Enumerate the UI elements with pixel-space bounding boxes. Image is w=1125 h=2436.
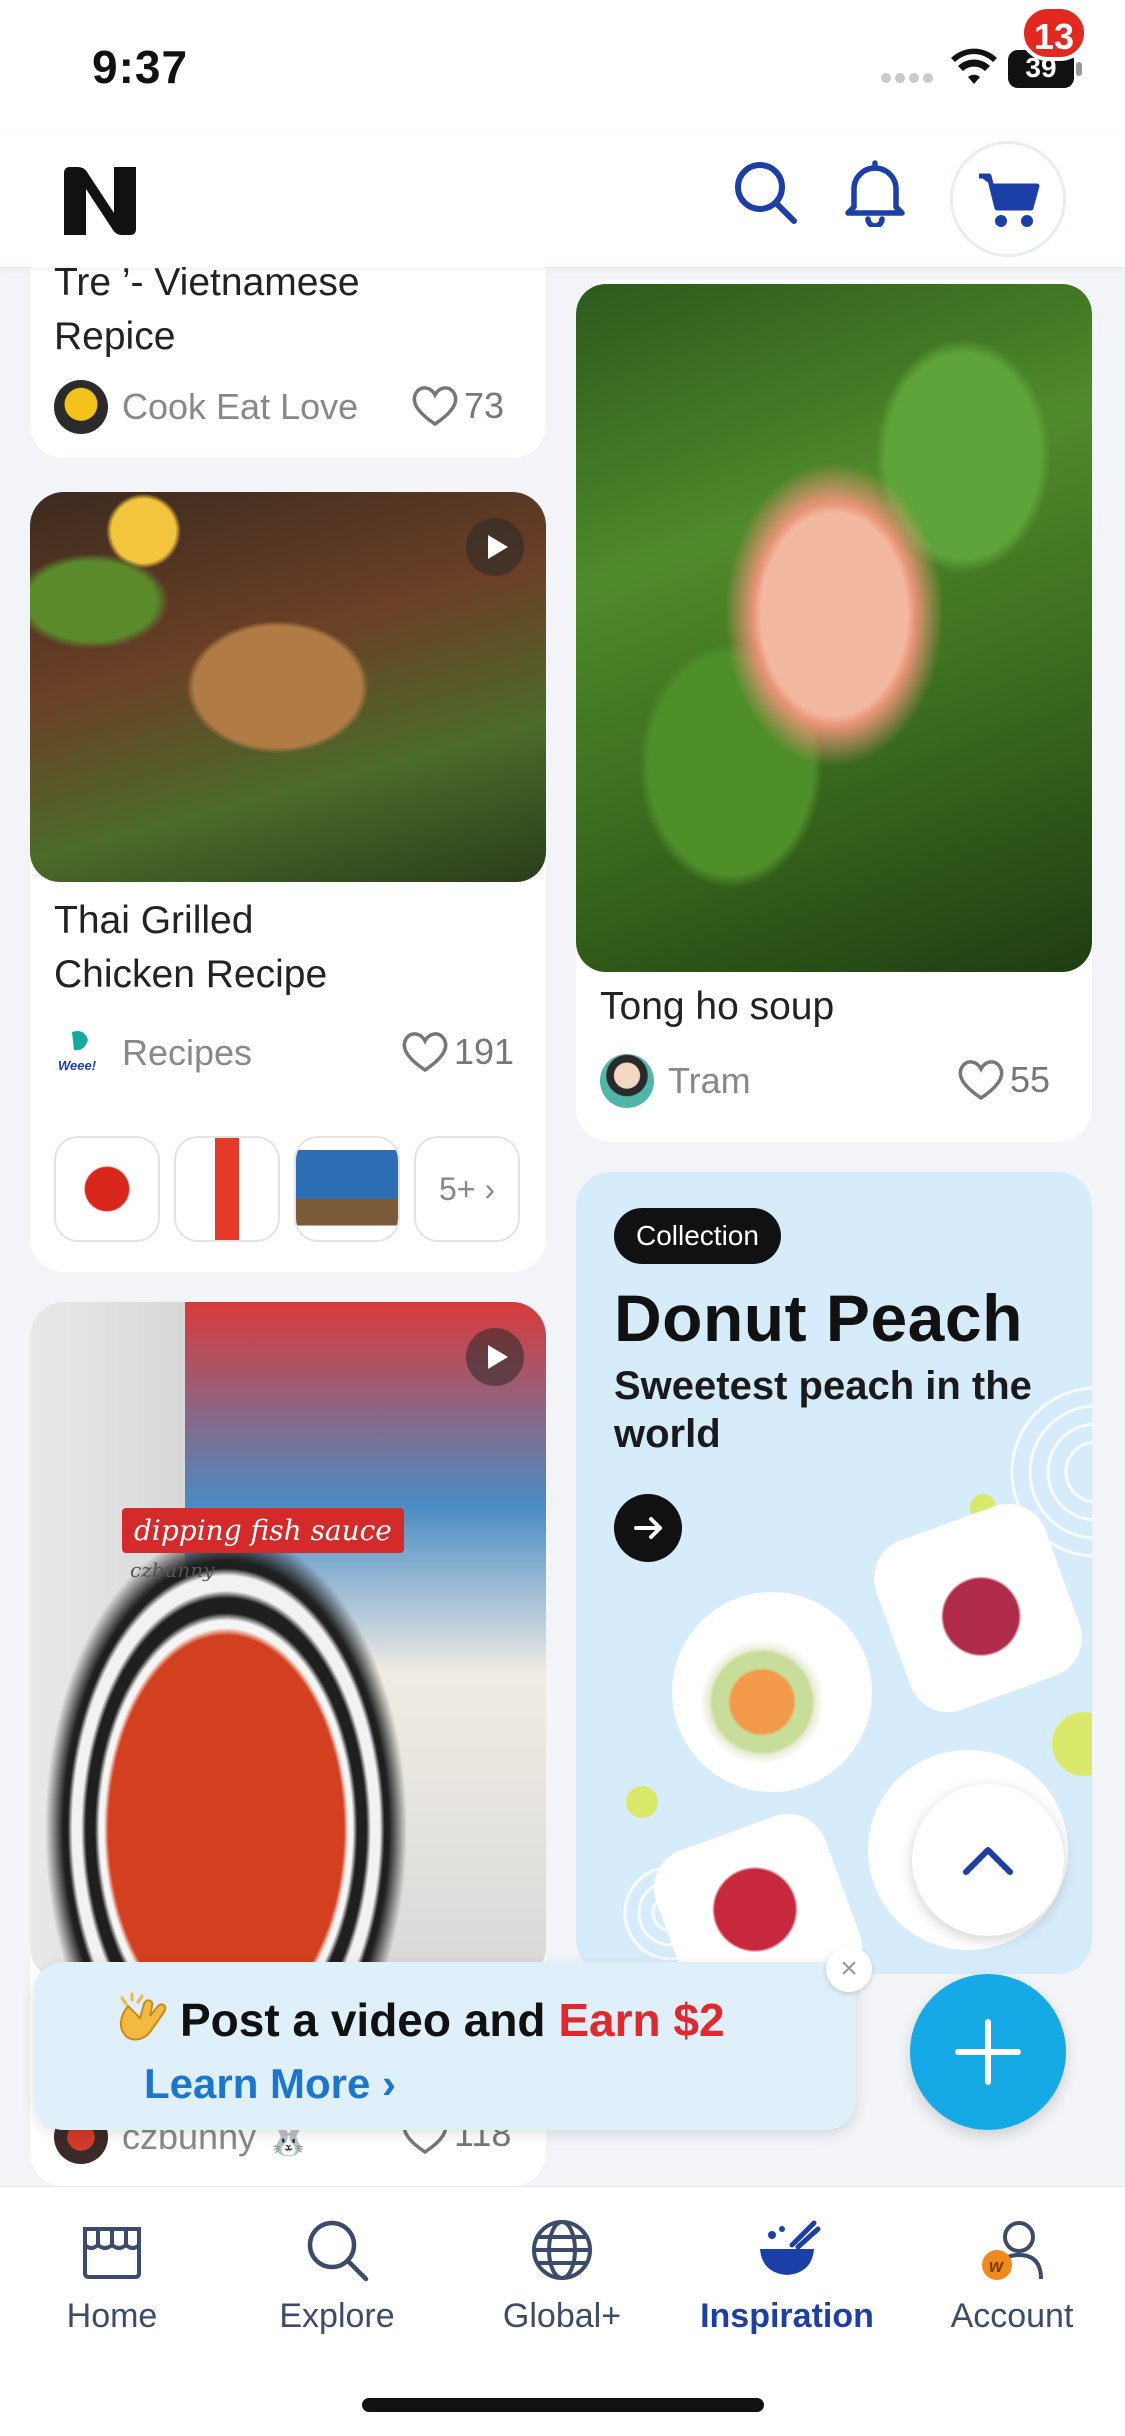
tab-home[interactable]: Home bbox=[12, 2215, 212, 2336]
tab-inspiration[interactable]: Inspiration bbox=[687, 2215, 887, 2336]
card-title-line: Chicken Recipe bbox=[54, 953, 328, 996]
avatar bbox=[54, 380, 108, 434]
avatar: Weee! bbox=[54, 1026, 108, 1080]
cart-count-badge: 13 bbox=[1020, 5, 1089, 61]
tab-explore[interactable]: Explore bbox=[237, 2215, 437, 2336]
cart-button[interactable] bbox=[950, 141, 1066, 257]
author-row[interactable]: Weee! Recipes bbox=[54, 1026, 252, 1080]
status-bar: 9:37 39 bbox=[0, 0, 1125, 135]
promo-close-button[interactable]: × bbox=[826, 1946, 872, 1992]
decor-dot bbox=[1052, 1712, 1092, 1776]
like-count: 191 bbox=[454, 1031, 515, 1072]
promo-headline: Post a video and Earn $2 bbox=[116, 1992, 725, 2047]
logo[interactable] bbox=[60, 165, 140, 237]
author-name: Cook Eat Love bbox=[122, 386, 359, 427]
search-icon[interactable] bbox=[730, 157, 800, 227]
author-logo-text: Weee! bbox=[58, 1058, 97, 1073]
wifi-icon bbox=[951, 48, 997, 84]
chevron-up-icon bbox=[963, 1847, 1013, 1875]
like-count: 55 bbox=[1010, 1059, 1051, 1100]
collection-subtitle: Sweetest peach in the world bbox=[614, 1364, 1032, 1456]
signal-icon bbox=[881, 73, 933, 83]
tab-label: Inspiration bbox=[700, 2297, 874, 2335]
tab-label: Global+ bbox=[502, 2297, 622, 2335]
author-row[interactable]: Tram bbox=[600, 1054, 751, 1108]
tab-label: Explore bbox=[279, 2297, 395, 2335]
play-icon bbox=[466, 518, 524, 576]
more-products-button[interactable]: 5+ › bbox=[414, 1136, 520, 1242]
product-thumbnail[interactable] bbox=[294, 1136, 400, 1242]
status-time: 9:37 bbox=[92, 41, 189, 93]
like-count: 73 bbox=[464, 385, 505, 426]
fruit-image bbox=[672, 1592, 872, 1792]
create-post-button[interactable] bbox=[910, 1974, 1066, 2130]
recipe-image[interactable] bbox=[576, 284, 1092, 972]
like-button[interactable]: 55 bbox=[956, 1058, 1050, 1102]
promo-text: Post a video and bbox=[180, 1994, 559, 2046]
bell-icon[interactable] bbox=[840, 157, 910, 227]
product-thumbnail[interactable] bbox=[54, 1136, 160, 1242]
avatar bbox=[600, 1054, 654, 1108]
product-thumbnail[interactable] bbox=[174, 1136, 280, 1242]
play-icon bbox=[466, 1328, 524, 1386]
user-icon: w bbox=[982, 2221, 1043, 2280]
decor-dot bbox=[626, 1786, 658, 1818]
image-caption-text: dipping fish sauce bbox=[134, 1514, 392, 1547]
collection-tag: Collection bbox=[614, 1208, 781, 1264]
image-caption-label: dipping fish sauce bbox=[122, 1508, 404, 1553]
card-title: Tong ho soup bbox=[600, 985, 835, 1028]
clapping-hands-icon bbox=[120, 1992, 167, 2041]
heart-icon bbox=[412, 386, 458, 427]
search-icon bbox=[307, 2220, 369, 2282]
cart-icon bbox=[979, 173, 1040, 227]
recipe-image[interactable] bbox=[30, 1302, 546, 1978]
recipe-card[interactable]: Tong ho soup Tram 55 bbox=[576, 280, 1092, 1142]
heart-icon bbox=[402, 1032, 448, 1073]
tab-account[interactable]: w Account bbox=[912, 2215, 1112, 2336]
collection-arrow-button[interactable] bbox=[614, 1494, 682, 1562]
image-caption-small: czbunny bbox=[130, 1558, 215, 1582]
author-name: Tram bbox=[668, 1060, 751, 1101]
svg-text:w: w bbox=[989, 2256, 1004, 2276]
recipe-card[interactable]: Thai Grilled Chicken Recipe Weee! Recipe… bbox=[30, 492, 546, 1272]
like-button[interactable]: 73 bbox=[410, 384, 504, 428]
bowl-icon bbox=[760, 2220, 821, 2275]
back-to-top-button[interactable] bbox=[912, 1784, 1064, 1936]
promo-earn-highlight: Earn $2 bbox=[558, 1994, 725, 2046]
author-row[interactable]: Cook Eat Love bbox=[54, 380, 358, 434]
top-header bbox=[0, 135, 1125, 267]
collection-title: Donut Peach bbox=[614, 1281, 1023, 1355]
heart-icon bbox=[958, 1060, 1004, 1101]
arrow-right-icon bbox=[634, 1517, 662, 1539]
tab-global[interactable]: Global+ bbox=[462, 2215, 662, 2336]
card-title-line: Repice bbox=[54, 315, 176, 358]
home-indicator bbox=[362, 2398, 764, 2412]
store-icon bbox=[83, 2227, 141, 2279]
learn-more-link[interactable]: Learn More › bbox=[144, 2060, 396, 2108]
tab-label: Account bbox=[950, 2297, 1074, 2335]
promo-banner[interactable]: Post a video and Earn $2 Learn More › bbox=[34, 1962, 856, 2130]
plus-icon bbox=[955, 2019, 1021, 2085]
author-name: Recipes bbox=[122, 1032, 253, 1073]
like-button[interactable]: 191 bbox=[400, 1030, 514, 1074]
tab-label: Home bbox=[66, 2297, 158, 2335]
card-title-line: Thai Grilled bbox=[54, 899, 254, 942]
globe-icon bbox=[532, 2220, 592, 2280]
